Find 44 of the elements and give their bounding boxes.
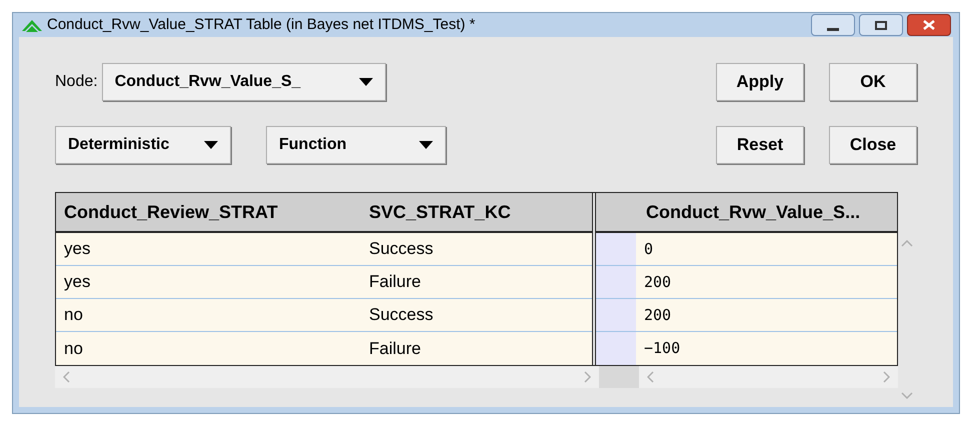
caret-icon	[419, 141, 433, 149]
table-cell-text: Success	[369, 238, 434, 260]
row-header-cell	[596, 299, 636, 331]
table-cell-text: yes	[63, 238, 92, 260]
scroll-left-icon	[63, 371, 70, 383]
table-cell-text: no	[63, 304, 84, 326]
table-cell-text: yes	[63, 271, 92, 294]
scroll-right-icon	[882, 371, 890, 383]
dropdown[interactable]: Function	[266, 126, 446, 164]
caret-icon	[358, 78, 373, 86]
row-header-cell	[596, 233, 636, 265]
table-cell-text: 200	[643, 272, 672, 293]
maximize-button[interactable]	[859, 14, 903, 36]
dropdown[interactable]: Deterministic	[55, 126, 231, 164]
dropdown[interactable]: Conduct_Rvw_Value_S_	[102, 63, 386, 101]
table-cell-text: 200	[643, 304, 672, 326]
table-cell-text: 0	[643, 238, 654, 260]
scroll-right-icon	[584, 371, 591, 383]
scroll-up-icon	[901, 240, 914, 247]
scrollbar[interactable]	[55, 366, 599, 388]
column-header: Conduct_Rvw_Value_S...	[645, 200, 860, 224]
column-header: Conduct_Review_STRAT	[63, 200, 279, 224]
table-cell-text: Failure	[369, 338, 421, 360]
table-cell-text: no	[63, 338, 84, 360]
scroll-left-icon	[647, 371, 654, 383]
scrollbar[interactable]	[639, 366, 898, 388]
row-header-cell	[596, 266, 636, 298]
column-header: SVC_STRAT_KC	[369, 200, 511, 224]
caret-icon	[204, 141, 218, 149]
dialog-button[interactable]: Apply	[716, 63, 804, 101]
close-icon	[923, 20, 935, 30]
table-cell-text: Success	[369, 304, 434, 326]
node-label: Node:	[55, 72, 98, 92]
scrollbar-corner	[599, 366, 639, 388]
close-button[interactable]	[907, 14, 951, 36]
table-cell-text: −100	[643, 338, 680, 360]
dialog-button[interactable]: Close	[829, 126, 917, 164]
table-cell-text: Failure	[369, 271, 421, 294]
minimize-button[interactable]	[811, 14, 855, 36]
scroll-down-icon	[901, 392, 914, 399]
dialog-button[interactable]: Reset	[716, 126, 804, 164]
window-title: Conduct_Rvw_Value_STRAT Table (in Bayes net ITDMS_Test) *	[47, 14, 476, 35]
row-header-cell	[596, 332, 636, 365]
dialog-button[interactable]: OK	[829, 63, 917, 101]
